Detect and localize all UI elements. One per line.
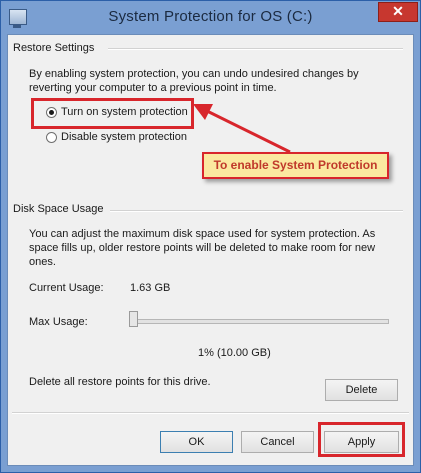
- window-title: System Protection for OS (C:): [108, 8, 313, 25]
- restore-settings-description: By enabling system protection, you can u…: [29, 68, 359, 94]
- delete-description: Delete all restore points for this drive…: [29, 376, 211, 388]
- close-button[interactable]: ✕: [378, 2, 418, 22]
- max-usage-slider-thumb[interactable]: [129, 311, 139, 327]
- arrow-line: [204, 108, 291, 154]
- delete-button[interactable]: Delete: [325, 379, 398, 401]
- radio-disable-protection[interactable]: Disable system protection: [46, 131, 206, 147]
- restore-settings-heading: Restore Settings: [13, 42, 95, 54]
- max-usage-slider-track[interactable]: [131, 319, 389, 324]
- footer-divider: [12, 412, 409, 414]
- dialog-window: System Protection for OS (C:) ✕ Restore …: [0, 0, 421, 473]
- disk-space-description: You can adjust the maximum disk space us…: [29, 228, 376, 268]
- disk-space-heading: Disk Space Usage: [13, 203, 104, 215]
- annotation-callout: To enable System Protection: [202, 152, 389, 179]
- current-usage-value: 1.63 GB: [130, 282, 171, 294]
- max-usage-label: Max Usage:: [29, 316, 88, 328]
- turn-on-highlight-box: [31, 98, 194, 129]
- restore-settings-divider: [108, 48, 403, 50]
- title-bar[interactable]: System Protection for OS (C:) ✕: [1, 1, 420, 34]
- apply-highlight-box: [318, 422, 405, 457]
- max-usage-value: 1% (10.00 GB): [198, 347, 271, 359]
- cancel-button[interactable]: Cancel: [241, 431, 314, 453]
- ok-button[interactable]: OK: [160, 431, 233, 453]
- radio-unselected-icon[interactable]: [46, 132, 57, 143]
- disk-space-divider: [110, 210, 403, 212]
- radio-disable-label: Disable system protection: [61, 131, 187, 143]
- current-usage-label: Current Usage:: [29, 282, 104, 294]
